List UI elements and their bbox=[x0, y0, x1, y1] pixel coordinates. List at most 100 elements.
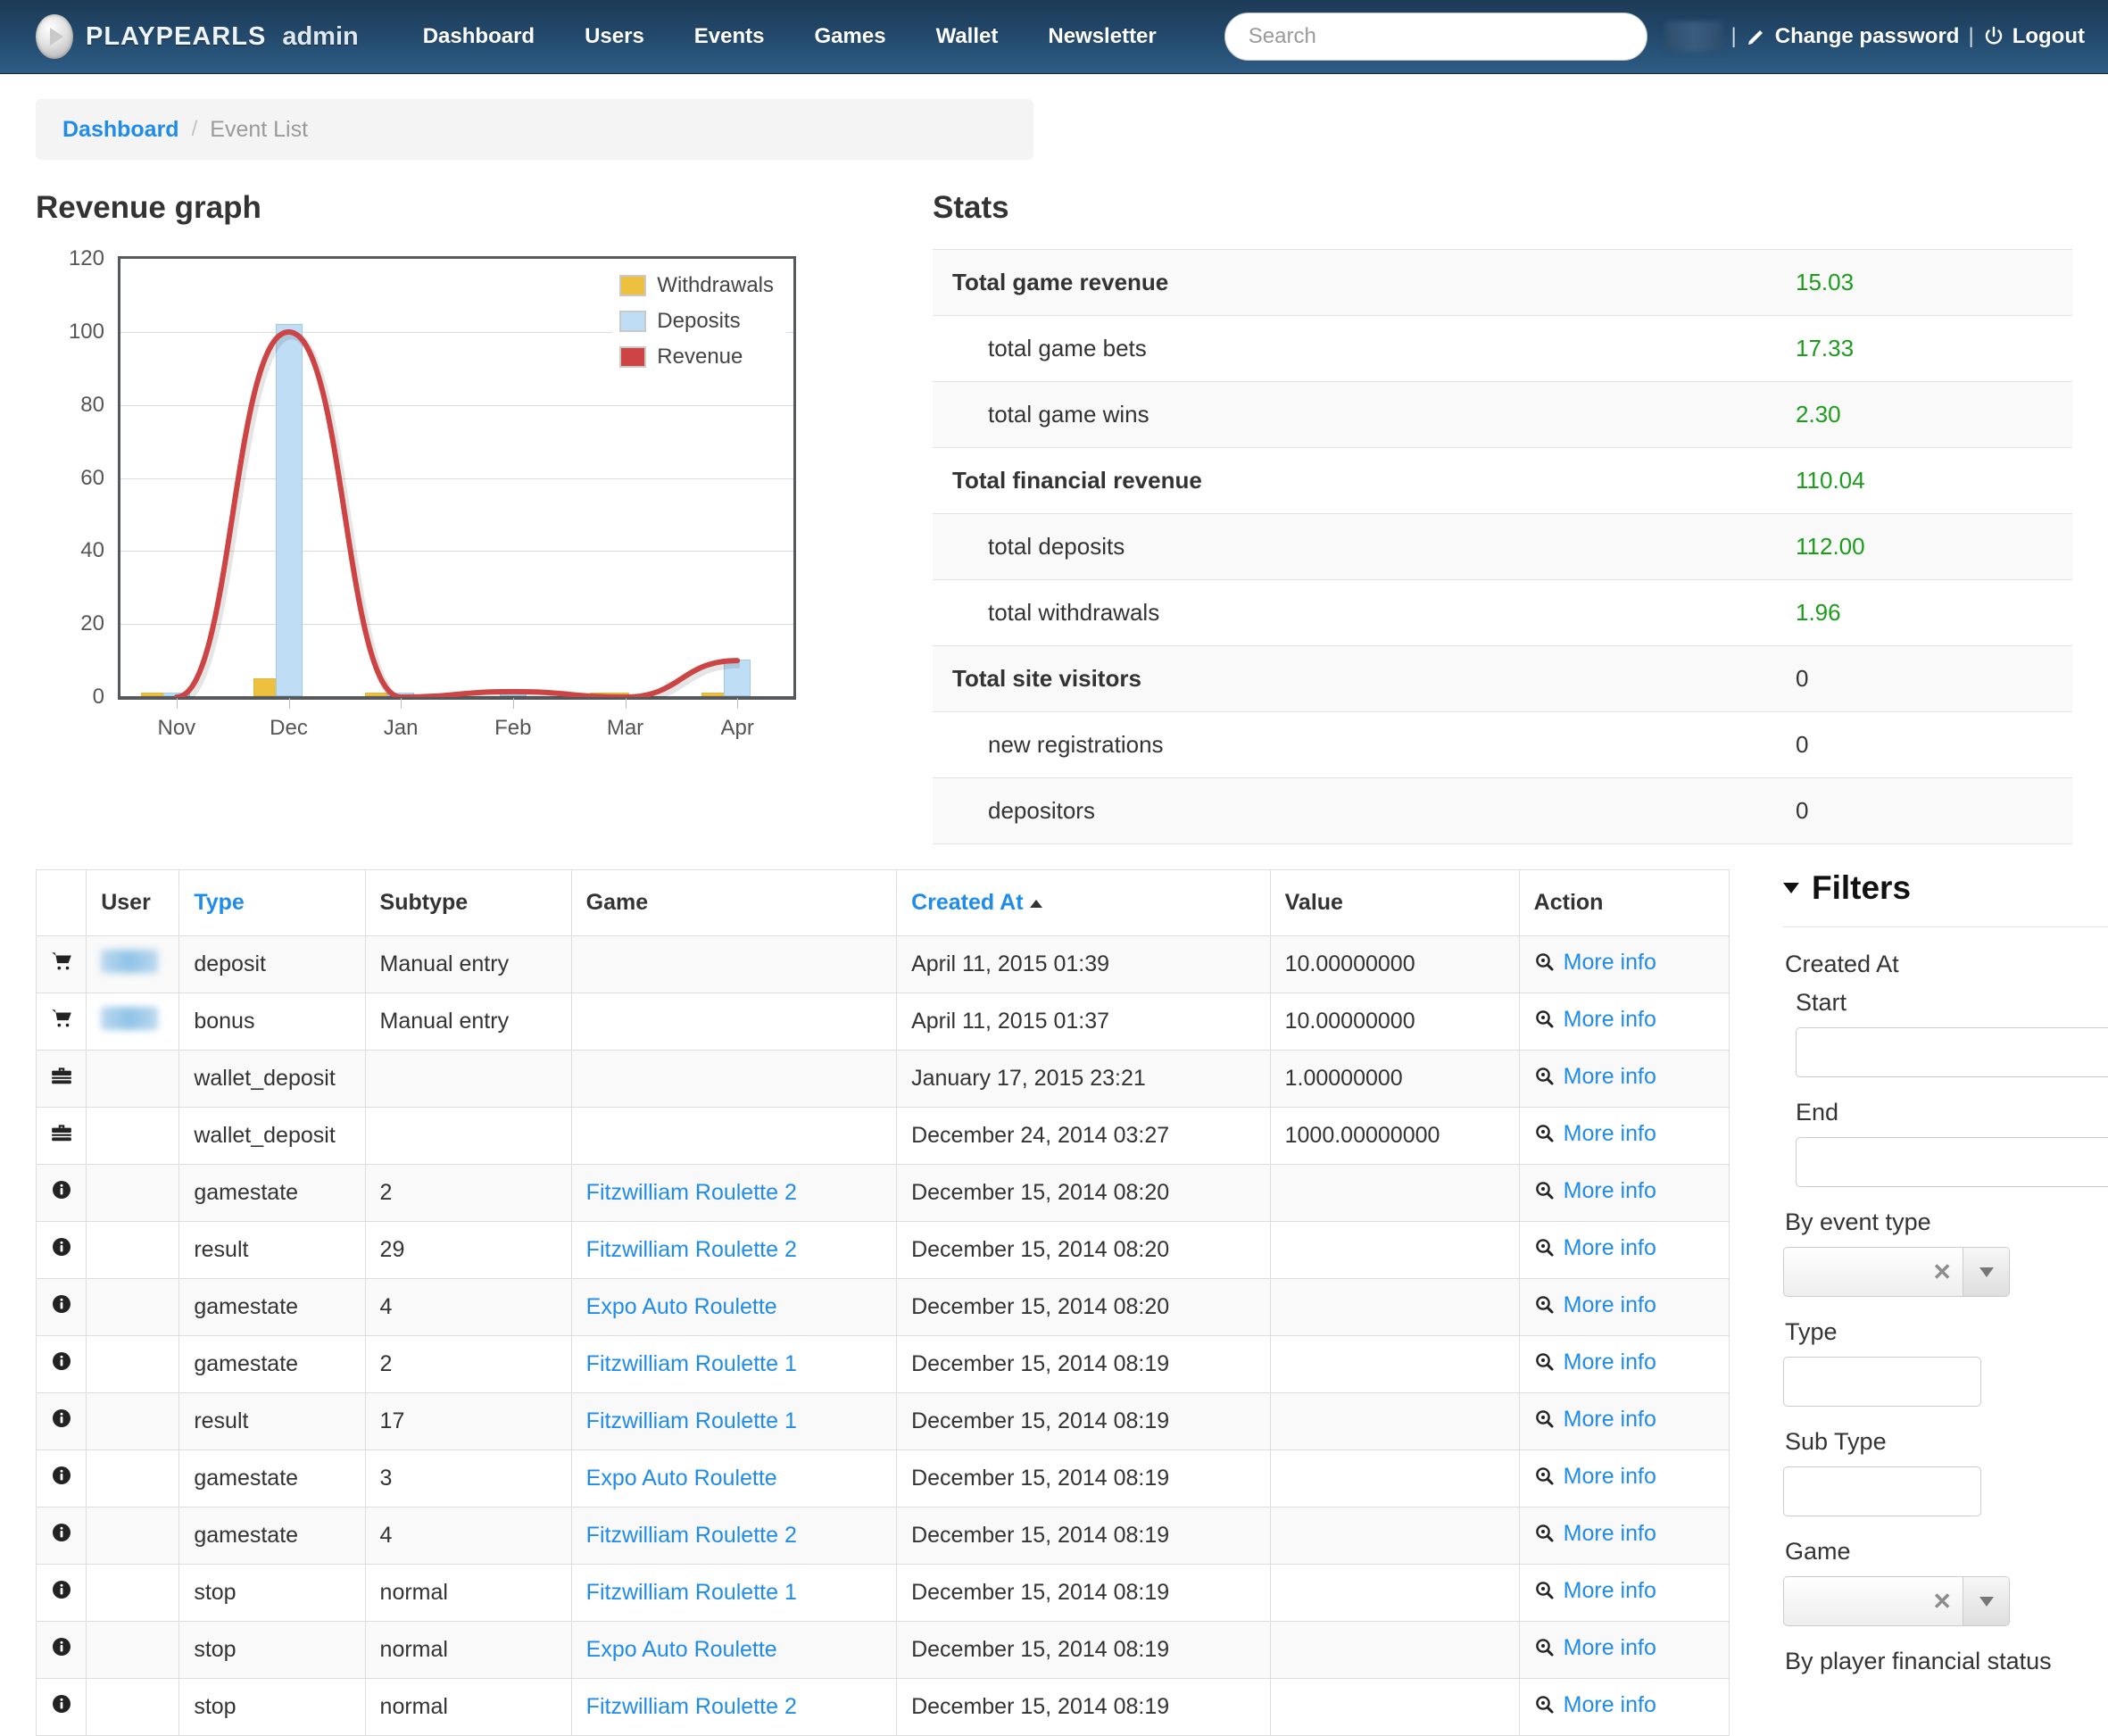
stats-row-value: 2.30 bbox=[1796, 401, 1841, 428]
game-link[interactable]: Fitzwilliam Roulette 2 bbox=[586, 1694, 797, 1719]
filters-header[interactable]: Filters bbox=[1783, 869, 2108, 907]
cell-action: More info bbox=[1518, 1278, 1730, 1336]
chevron-down-icon[interactable] bbox=[1783, 883, 1799, 893]
nav-item-games[interactable]: Games bbox=[790, 24, 911, 49]
dropdown-arrow-icon[interactable] bbox=[1963, 1577, 2009, 1625]
cell-user bbox=[86, 935, 180, 993]
more-info-button[interactable]: More info bbox=[1534, 1578, 1656, 1604]
nav-item-users[interactable]: Users bbox=[560, 24, 669, 49]
events-and-filters: User Type Subtype Game Created At Value … bbox=[0, 869, 2108, 1736]
chart-x-tick: Nov bbox=[157, 716, 196, 740]
more-info-button[interactable]: More info bbox=[1534, 1064, 1656, 1090]
breadcrumb-dashboard[interactable]: Dashboard bbox=[62, 117, 179, 143]
filter-start-input[interactable] bbox=[1796, 1027, 2108, 1077]
cell-subtype: 4 bbox=[364, 1278, 572, 1336]
nav-item-newsletter[interactable]: Newsletter bbox=[1023, 24, 1181, 49]
more-info-button[interactable]: More info bbox=[1534, 1235, 1656, 1261]
legend-item-deposits: Deposits bbox=[619, 309, 774, 334]
change-password-button[interactable]: Change password bbox=[1746, 24, 1959, 49]
nav-item-events[interactable]: Events bbox=[669, 24, 790, 49]
cell-value bbox=[1269, 1392, 1520, 1450]
more-info-button[interactable]: More info bbox=[1534, 1692, 1656, 1718]
logout-label: Logout bbox=[2012, 24, 2085, 48]
filter-event-type-select[interactable]: ✕ bbox=[1783, 1247, 2010, 1297]
more-info-button[interactable]: More info bbox=[1534, 1350, 1656, 1375]
cell-value bbox=[1269, 1278, 1520, 1336]
events-table-container: User Type Subtype Game Created At Value … bbox=[35, 869, 1758, 1736]
magnifier-icon bbox=[1534, 1123, 1556, 1144]
magnifier-icon bbox=[1534, 1523, 1556, 1544]
more-info-button[interactable]: More info bbox=[1534, 1121, 1656, 1147]
cell-user bbox=[86, 1107, 180, 1165]
col-header-type[interactable]: Type bbox=[178, 869, 366, 936]
game-link[interactable]: Fitzwilliam Roulette 2 bbox=[586, 1237, 797, 1262]
cell-user bbox=[86, 1278, 180, 1336]
dropdown-arrow-icon[interactable] bbox=[1963, 1248, 2009, 1296]
cell-created-at: December 24, 2014 03:27 bbox=[896, 1107, 1271, 1165]
cell-user bbox=[86, 1678, 180, 1736]
breadcrumb-current: Event List bbox=[210, 116, 309, 142]
magnifier-icon bbox=[1534, 1009, 1556, 1030]
filter-type-input[interactable] bbox=[1783, 1357, 1981, 1407]
col-header-created-at[interactable]: Created At bbox=[896, 869, 1271, 936]
cell-user bbox=[86, 993, 180, 1051]
filter-event-type-value[interactable]: ✕ bbox=[1784, 1248, 1963, 1296]
more-info-button[interactable]: More info bbox=[1534, 950, 1656, 976]
more-info-button[interactable]: More info bbox=[1534, 1178, 1656, 1204]
cell-type: deposit bbox=[178, 935, 366, 993]
magnifier-icon bbox=[1534, 1466, 1556, 1487]
info-icon bbox=[35, 1678, 87, 1736]
more-info-label: More info bbox=[1563, 1120, 1656, 1146]
magnifier-icon bbox=[1534, 1580, 1556, 1601]
game-link[interactable]: Fitzwilliam Roulette 1 bbox=[586, 1351, 797, 1376]
more-info-button[interactable]: More info bbox=[1534, 1292, 1656, 1318]
nav-item-wallet[interactable]: Wallet bbox=[911, 24, 1024, 49]
magnifier-icon bbox=[1534, 1351, 1556, 1373]
brand-subtitle: admin bbox=[282, 21, 359, 51]
stats-row-value: 0 bbox=[1796, 731, 1809, 758]
cell-type: result bbox=[178, 1392, 366, 1450]
cell-game bbox=[570, 1050, 898, 1108]
table-row: result 17 Fitzwilliam Roulette 1 December 1… bbox=[35, 1392, 1730, 1450]
clear-icon[interactable]: ✕ bbox=[1932, 1258, 1952, 1286]
cell-subtype bbox=[364, 1050, 572, 1108]
more-info-button[interactable]: More info bbox=[1534, 1407, 1656, 1433]
info-icon bbox=[35, 1221, 87, 1279]
filter-end-input[interactable] bbox=[1796, 1137, 2108, 1187]
nav-item-dashboard[interactable]: Dashboard bbox=[398, 24, 560, 49]
search-input[interactable] bbox=[1224, 12, 1647, 61]
filter-game-value[interactable]: ✕ bbox=[1784, 1577, 1963, 1625]
filter-start-label: Start bbox=[1796, 989, 1847, 1016]
more-info-button[interactable]: More info bbox=[1534, 1464, 1656, 1490]
game-link[interactable]: Expo Auto Roulette bbox=[586, 1466, 777, 1491]
game-link[interactable]: Expo Auto Roulette bbox=[586, 1637, 777, 1662]
cell-created-at: December 15, 2014 08:19 bbox=[896, 1335, 1271, 1393]
chart-y-tick: 120 bbox=[68, 246, 104, 270]
game-link[interactable]: Fitzwilliam Roulette 1 bbox=[586, 1580, 797, 1605]
brand-logo-group[interactable]: PLAYPEARLS admin bbox=[36, 14, 359, 59]
cell-type: result bbox=[178, 1221, 366, 1279]
game-link[interactable]: Fitzwilliam Roulette 1 bbox=[586, 1408, 797, 1433]
game-link[interactable]: Fitzwilliam Roulette 2 bbox=[586, 1180, 797, 1205]
stats-row-label: Total game revenue bbox=[952, 269, 1169, 295]
cell-user bbox=[86, 1164, 180, 1222]
legend-item-withdrawals: Withdrawals bbox=[619, 273, 774, 298]
more-info-button[interactable]: More info bbox=[1534, 1635, 1656, 1661]
chart-plot-area: Withdrawals Deposits Revenue bbox=[118, 256, 796, 700]
more-info-button[interactable]: More info bbox=[1534, 1007, 1656, 1033]
cell-action: More info bbox=[1518, 1392, 1730, 1450]
cell-type: gamestate bbox=[178, 1335, 366, 1393]
pencil-icon bbox=[1746, 26, 1767, 47]
game-link[interactable]: Expo Auto Roulette bbox=[586, 1294, 777, 1319]
logout-button[interactable]: Logout bbox=[1983, 24, 2085, 49]
clear-icon[interactable]: ✕ bbox=[1932, 1588, 1952, 1616]
filter-player-financial-status-label: By player financial status bbox=[1785, 1648, 2052, 1674]
filter-subtype-input[interactable] bbox=[1783, 1466, 1981, 1516]
filter-game-select[interactable]: ✕ bbox=[1783, 1576, 2010, 1626]
more-info-button[interactable]: More info bbox=[1534, 1521, 1656, 1547]
breadcrumb-divider: / bbox=[191, 117, 198, 141]
chart-y-tick: 20 bbox=[80, 611, 104, 636]
chart-legend: Withdrawals Deposits Revenue bbox=[612, 264, 786, 378]
cell-type: bonus bbox=[178, 993, 366, 1051]
game-link[interactable]: Fitzwilliam Roulette 2 bbox=[586, 1523, 797, 1548]
